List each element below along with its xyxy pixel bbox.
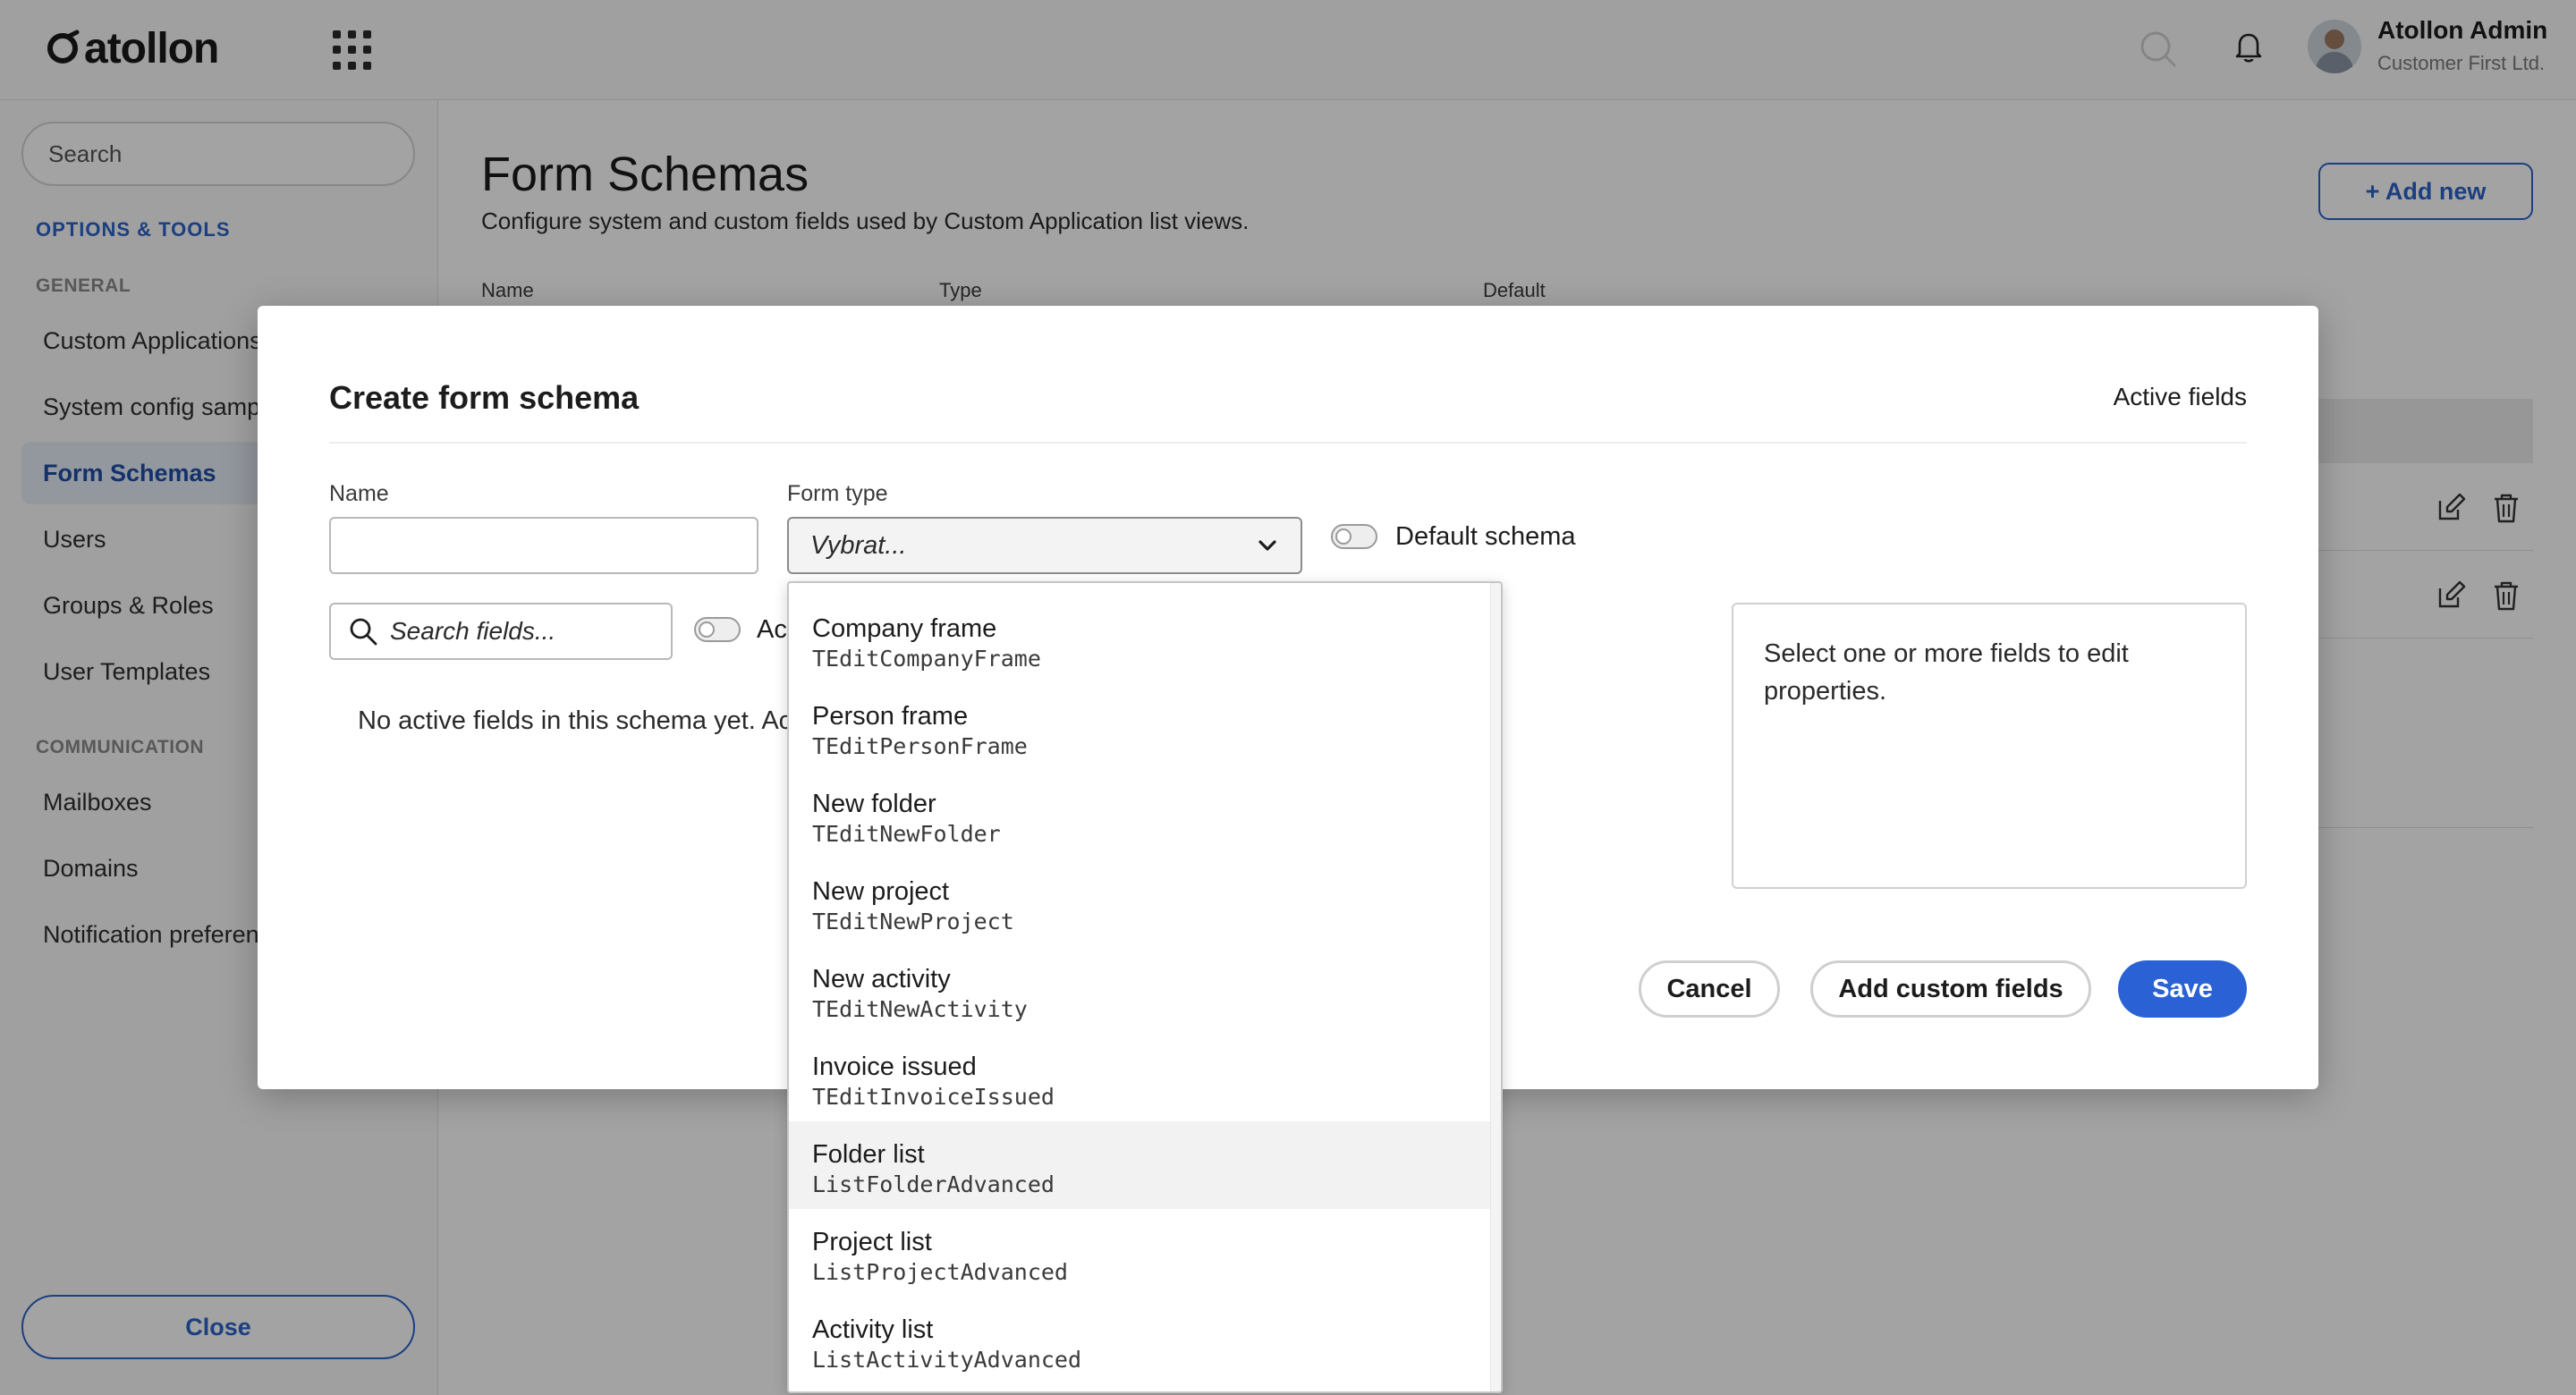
option-code: TEditInvoiceIssued	[812, 1084, 1055, 1110]
dropdown-option-new-project[interactable]: New project TEditNewProject	[789, 858, 1494, 946]
chevron-down-icon	[1258, 540, 1276, 551]
properties-panel: Select one or more fields to edit proper…	[1732, 603, 2247, 889]
search-icon	[350, 618, 377, 646]
search-fields-box[interactable]	[329, 603, 673, 660]
option-label: New folder	[812, 790, 936, 818]
dropdown-option-folder-list[interactable]: Folder list ListFolderAdvanced	[789, 1121, 1494, 1209]
dialog-divider	[329, 442, 2247, 444]
option-label: Activity list	[812, 1315, 934, 1344]
option-label: Person frame	[812, 702, 969, 731]
add-custom-fields-button[interactable]: Add custom fields	[1810, 960, 2091, 1018]
option-label: Project list	[812, 1228, 932, 1256]
option-code: ListFolderAdvanced	[812, 1171, 1055, 1197]
option-code: TEditNewActivity	[812, 996, 1028, 1022]
option-code: TEditNewFolder	[812, 821, 1001, 847]
active-fields-title: Active fields	[2113, 383, 2247, 410]
option-code: ListActivityAdvanced	[812, 1347, 1082, 1373]
dropdown-option-activity-list[interactable]: Activity list ListActivityAdvanced	[789, 1297, 1494, 1384]
cancel-button[interactable]: Cancel	[1639, 960, 1780, 1018]
properties-hint: Select one or more fields to edit proper…	[1764, 639, 2129, 706]
dialog-title: Create form schema	[329, 379, 640, 416]
form-type-value: Vybrat...	[810, 530, 907, 560]
option-code: ListProjectAdvanced	[812, 1259, 1068, 1285]
form-type-select[interactable]: Vybrat...	[787, 517, 1302, 574]
save-button[interactable]: Save	[2118, 960, 2247, 1018]
option-label: New activity	[812, 965, 951, 993]
dropdown-option-new-activity[interactable]: New activity TEditNewActivity	[789, 946, 1494, 1034]
option-label: Folder list	[812, 1140, 925, 1169]
option-label: Company frame	[812, 614, 997, 643]
active-only-label: Ac	[757, 615, 787, 644]
dropdown-scrollbar[interactable]	[1490, 583, 1501, 1391]
form-type-dropdown: Company frame TEditCompanyFrame Person f…	[787, 581, 1503, 1393]
dropdown-option-project-list[interactable]: Project list ListProjectAdvanced	[789, 1209, 1494, 1297]
option-code: TEditCompanyFrame	[812, 646, 1041, 672]
option-label: Invoice issued	[812, 1053, 977, 1081]
search-fields-input[interactable]	[390, 617, 658, 646]
name-label: Name	[329, 481, 389, 506]
active-only-toggle[interactable]	[694, 617, 741, 642]
option-code: TEditNewProject	[812, 909, 1014, 934]
dropdown-option-person-frame[interactable]: Person frame TEditPersonFrame	[789, 683, 1494, 771]
empty-state-text: No active fields in this schema yet. Ac	[358, 706, 787, 735]
default-schema-label: Default schema	[1395, 522, 1576, 551]
form-type-label: Form type	[787, 481, 888, 506]
dropdown-option-new-folder[interactable]: New folder TEditNewFolder	[789, 771, 1494, 858]
name-input[interactable]	[329, 517, 758, 574]
option-label: New project	[812, 877, 950, 906]
default-schema-toggle[interactable]	[1331, 524, 1377, 549]
dropdown-option-invoice-issued[interactable]: Invoice issued TEditInvoiceIssued	[789, 1034, 1494, 1121]
option-code: TEditPersonFrame	[812, 733, 1028, 759]
dropdown-option-company-frame[interactable]: Company frame TEditCompanyFrame	[789, 596, 1494, 683]
